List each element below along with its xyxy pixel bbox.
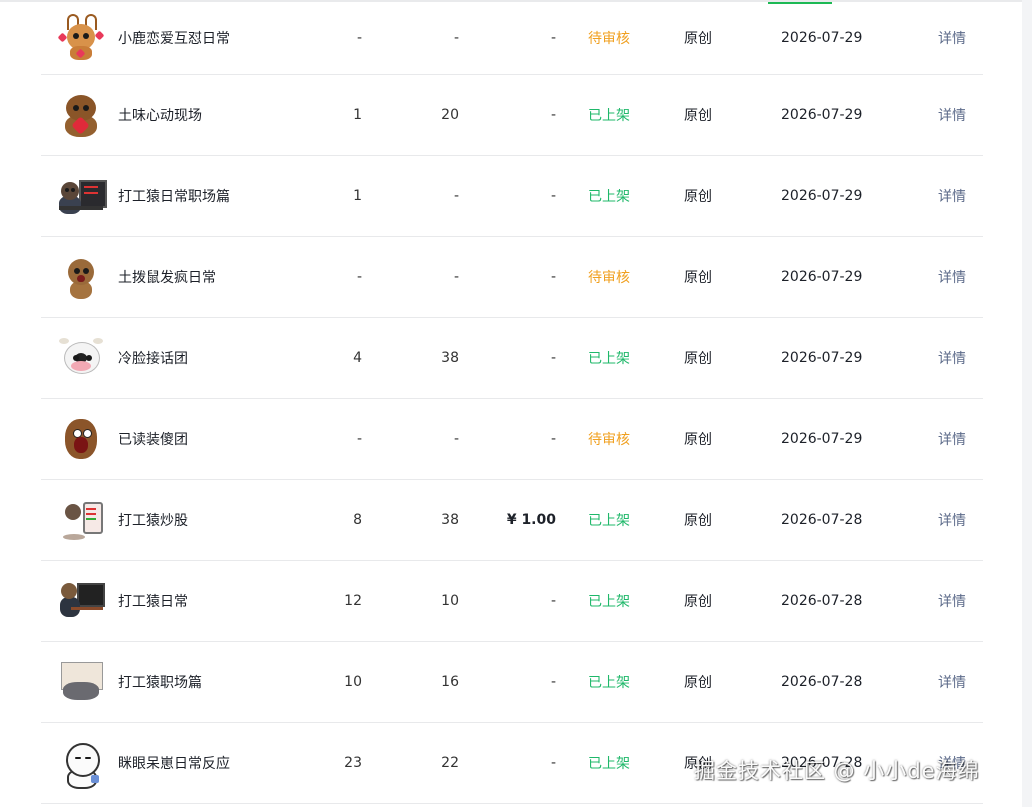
count-2: 20	[441, 107, 459, 123]
detail-link[interactable]: 详情	[938, 267, 966, 287]
type-label: 原创	[684, 108, 712, 124]
date: 2026-07-29	[781, 107, 863, 123]
table-row: 已读装傻团 - - - 待审核 原创 2026-07-29 详情	[41, 399, 983, 480]
table-row: 打工猿日常 12 10 - 已上架 原创 2026-07-28 详情	[41, 561, 983, 642]
pack-name: 打工猿职场篇	[118, 675, 202, 691]
watermark: 掘金技术社区 @ 小小de海绵	[694, 759, 980, 783]
deer-sticker-thumbnail	[57, 14, 105, 62]
content-panel: 小鹿恋爱互怼日常 - - - 待审核 原创 2026-07-29 详情 土味心动…	[0, 0, 1022, 807]
table-row: 打工猿职场篇 10 16 - 已上架 原创 2026-07-28 详情	[41, 642, 983, 723]
pack-name: 冷脸接话团	[118, 351, 188, 367]
detail-link[interactable]: 详情	[938, 105, 966, 125]
stock-monkey-sticker-thumbnail	[57, 496, 105, 544]
count-1: -	[356, 431, 362, 447]
type-label: 原创	[684, 270, 712, 286]
date: 2026-07-29	[781, 350, 863, 366]
meeting-monkey-sticker-thumbnail	[57, 658, 105, 706]
count-1: -	[356, 30, 362, 46]
office-monkey-sticker-thumbnail	[57, 577, 105, 625]
status-badge: 已上架	[588, 351, 630, 367]
status-badge: 已上架	[588, 675, 630, 691]
sticker-pack-list: 小鹿恋爱互怼日常 - - - 待审核 原创 2026-07-29 详情 土味心动…	[41, 2, 983, 804]
count-2: -	[453, 269, 459, 285]
count-1: 1	[353, 188, 362, 204]
price: -	[550, 755, 556, 771]
monkey-desk-sticker-thumbnail	[57, 172, 107, 220]
pack-name: 打工猿炒股	[118, 513, 188, 529]
price: -	[550, 107, 556, 123]
count-2: 38	[441, 512, 459, 528]
date: 2026-07-29	[781, 431, 863, 447]
count-2: -	[453, 188, 459, 204]
status-badge: 已上架	[588, 594, 630, 610]
table-row: 土拨鼠发疯日常 - - - 待审核 原创 2026-07-29 详情	[41, 237, 983, 318]
status-badge: 已上架	[588, 108, 630, 124]
type-label: 原创	[684, 513, 712, 529]
count-1: 1	[353, 107, 362, 123]
count-1: 10	[344, 674, 362, 690]
pack-name: 打工猿日常职场篇	[118, 189, 230, 205]
count-1: 12	[344, 593, 362, 609]
type-label: 原创	[684, 675, 712, 691]
pack-name: 土拨鼠发疯日常	[118, 270, 216, 286]
count-1: 4	[353, 350, 362, 366]
status-badge: 待审核	[588, 432, 630, 448]
type-label: 原创	[684, 432, 712, 448]
type-label: 原创	[684, 351, 712, 367]
table-row: 小鹿恋爱互怼日常 - - - 待审核 原创 2026-07-29 详情	[41, 2, 983, 75]
shocked-beaver-sticker-thumbnail	[57, 415, 105, 463]
pack-name: 小鹿恋爱互怼日常	[118, 31, 230, 47]
detail-link[interactable]: 详情	[938, 348, 966, 368]
table-row: 土味心动现场 1 20 - 已上架 原创 2026-07-29 详情	[41, 75, 983, 156]
table-row: 打工猿日常职场篇 1 - - 已上架 原创 2026-07-29 详情	[41, 156, 983, 237]
status-badge: 已上架	[588, 189, 630, 205]
beaver-heart-sticker-thumbnail	[57, 91, 105, 139]
pack-name: 土味心动现场	[118, 108, 202, 124]
date: 2026-07-28	[781, 512, 863, 528]
count-2: 22	[441, 755, 459, 771]
detail-link[interactable]: 详情	[938, 28, 966, 48]
price: -	[550, 269, 556, 285]
detail-link[interactable]: 详情	[938, 672, 966, 692]
detail-link[interactable]: 详情	[938, 591, 966, 611]
date: 2026-07-29	[781, 269, 863, 285]
pack-name: 眯眼呆崽日常反应	[118, 756, 230, 772]
detail-link[interactable]: 详情	[938, 510, 966, 530]
blank-stare-sticker-thumbnail	[57, 739, 105, 789]
count-1: -	[356, 269, 362, 285]
gopher-sticker-thumbnail	[57, 253, 105, 301]
price: -	[550, 188, 556, 204]
count-2: 10	[441, 593, 459, 609]
count-2: -	[453, 30, 459, 46]
status-badge: 待审核	[588, 270, 630, 286]
detail-link[interactable]: 详情	[938, 429, 966, 449]
type-label: 原创	[684, 594, 712, 610]
date: 2026-07-28	[781, 593, 863, 609]
price: -	[550, 674, 556, 690]
table-row: 打工猿炒股 8 38 ¥ 1.00 已上架 原创 2026-07-28 详情	[41, 480, 983, 561]
pack-name: 打工猿日常	[118, 594, 188, 610]
cow-sticker-thumbnail	[57, 334, 105, 382]
status-badge: 已上架	[588, 756, 630, 772]
count-2: -	[453, 431, 459, 447]
date: 2026-07-29	[781, 188, 863, 204]
type-label: 原创	[684, 189, 712, 205]
price: -	[550, 593, 556, 609]
price: -	[550, 431, 556, 447]
type-label: 原创	[684, 31, 712, 47]
status-badge: 待审核	[588, 31, 630, 47]
date: 2026-07-29	[781, 30, 863, 46]
count-1: 23	[344, 755, 362, 771]
count-2: 16	[441, 674, 459, 690]
price: ¥ 1.00	[506, 512, 556, 528]
pack-name: 已读装傻团	[118, 432, 188, 448]
count-2: 38	[441, 350, 459, 366]
date: 2026-07-28	[781, 674, 863, 690]
status-badge: 已上架	[588, 513, 630, 529]
detail-link[interactable]: 详情	[938, 186, 966, 206]
count-1: 8	[353, 512, 362, 528]
price: -	[550, 350, 556, 366]
price: -	[550, 30, 556, 46]
table-row: 冷脸接话团 4 38 - 已上架 原创 2026-07-29 详情	[41, 318, 983, 399]
